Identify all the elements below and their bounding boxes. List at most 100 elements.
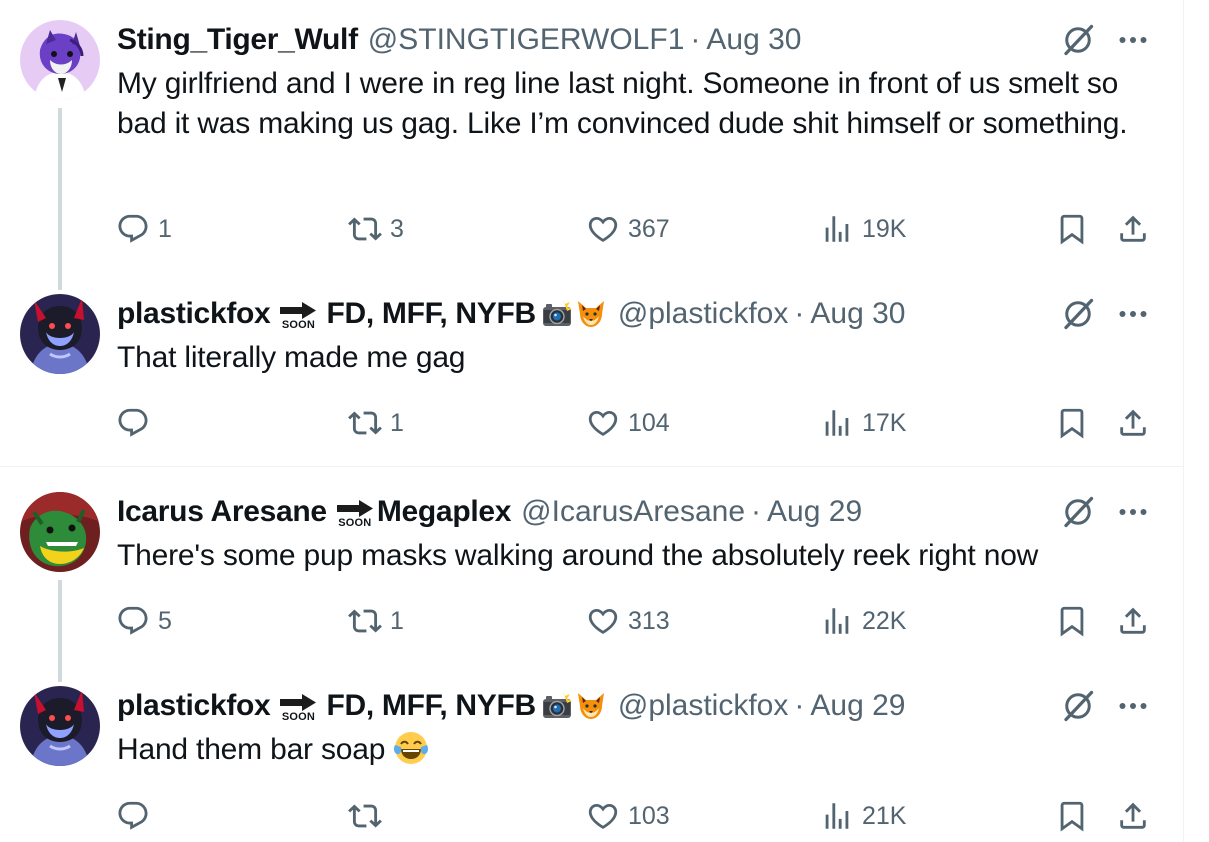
repost-button[interactable]: 1 (348, 403, 404, 443)
separator-dot: · (751, 495, 762, 528)
repost-count: 3 (390, 214, 404, 243)
grok-icon[interactable] (1060, 688, 1096, 724)
display-name[interactable]: Sting_Tiger_Wulf (117, 23, 358, 57)
tweet-date[interactable]: Aug 30 (810, 297, 905, 331)
tweet-header: plastickfox SOON FD, MFF, NYFB @plastick… (117, 294, 1143, 334)
view-count: 22K (862, 606, 907, 635)
display-name[interactable]: plastickfox (117, 689, 271, 723)
grok-icon[interactable] (1060, 494, 1096, 530)
reply-icon (116, 212, 150, 246)
repost-icon (348, 406, 382, 440)
heart-icon (586, 799, 620, 833)
soon-arrow-emoji: SOON (335, 499, 375, 529)
bookmark-button[interactable] (1055, 601, 1089, 641)
bookmark-button[interactable] (1055, 796, 1089, 836)
thread-line (58, 108, 62, 290)
tears-of-joy-emoji (393, 730, 429, 766)
repost-count: 1 (390, 408, 404, 437)
tweet-actions: 103 21K (0, 796, 1183, 836)
user-handle[interactable]: @IcarusAresane (521, 495, 745, 529)
tweet-text: My girlfriend and I were in reg line las… (117, 67, 1128, 140)
view-count: 21K (862, 801, 907, 830)
soon-arrow-emoji: SOON (278, 693, 318, 723)
tweet-header: plastickfox SOON FD, MFF, NYFB @plastick… (117, 686, 1143, 726)
like-count: 313 (628, 606, 670, 635)
views-button[interactable]: 21K (820, 796, 906, 836)
tweet-text: That literally made me gag (117, 341, 466, 374)
share-button[interactable] (1116, 403, 1150, 443)
avatar[interactable] (20, 686, 100, 766)
tweet-actions: 5 1 313 22K (0, 601, 1183, 641)
user-handle[interactable]: @plastickfox (618, 297, 789, 331)
reply-button[interactable] (116, 403, 158, 443)
more-icon[interactable] (1115, 494, 1151, 530)
heart-icon (586, 212, 620, 246)
display-name-suffix[interactable]: FD, MFF, NYFB (326, 689, 536, 723)
display-name-suffix[interactable]: Megaplex (377, 495, 512, 529)
user-handle[interactable]: @plastickfox (618, 689, 789, 723)
share-button[interactable] (1116, 209, 1150, 249)
reply-icon (116, 406, 150, 440)
display-name[interactable]: plastickfox (117, 297, 271, 331)
reply-icon (116, 799, 150, 833)
tweet-actions: 1 3 367 19K (0, 209, 1183, 249)
more-icon[interactable] (1115, 296, 1151, 332)
share-icon (1116, 406, 1150, 440)
bookmark-icon (1055, 212, 1089, 246)
column-right-border (1183, 0, 1184, 842)
more-icon[interactable] (1115, 688, 1151, 724)
soon-arrow-icon (278, 693, 318, 713)
bookmark-button[interactable] (1055, 209, 1089, 249)
like-button[interactable]: 103 (586, 796, 670, 836)
soon-label: SOON (338, 517, 372, 529)
grok-icon[interactable] (1060, 296, 1096, 332)
views-icon (820, 604, 854, 638)
reply-button[interactable]: 5 (116, 601, 172, 641)
views-button[interactable]: 22K (820, 601, 906, 641)
user-handle[interactable]: @STINGTIGERWOLF1 (368, 23, 685, 57)
share-button[interactable] (1116, 601, 1150, 641)
display-name[interactable]: Icarus Aresane (117, 495, 327, 529)
heart-icon (586, 406, 620, 440)
avatar[interactable] (20, 492, 100, 572)
tweet-date[interactable]: Aug 29 (810, 689, 905, 723)
avatar[interactable] (20, 20, 100, 100)
avatar[interactable] (20, 294, 100, 374)
reply-button[interactable]: 1 (116, 209, 172, 249)
repost-icon (348, 604, 382, 638)
like-count: 367 (628, 214, 670, 243)
separator-dot: · (794, 689, 805, 722)
share-icon (1116, 212, 1150, 246)
repost-button[interactable]: 1 (348, 601, 404, 641)
like-count: 103 (628, 801, 670, 830)
display-name-suffix[interactable]: FD, MFF, NYFB (326, 297, 536, 331)
views-button[interactable]: 17K (820, 403, 906, 443)
share-button[interactable] (1116, 796, 1150, 836)
share-icon (1116, 799, 1150, 833)
like-button[interactable]: 367 (586, 209, 670, 249)
reply-button[interactable] (116, 796, 158, 836)
tweet[interactable]: plastickfox SOON FD, MFF, NYFB @plastick… (0, 290, 1183, 466)
bookmark-button[interactable] (1055, 403, 1089, 443)
tweet-header: Sting_Tiger_Wulf @STINGTIGERWOLF1 · Aug … (117, 20, 1143, 60)
soon-arrow-emoji: SOON (278, 301, 318, 331)
tweet[interactable]: Sting_Tiger_Wulf @STINGTIGERWOLF1 · Aug … (0, 0, 1183, 290)
like-button[interactable]: 313 (586, 601, 670, 641)
tweet-date[interactable]: Aug 30 (706, 23, 801, 57)
repost-button[interactable] (348, 796, 390, 836)
like-button[interactable]: 104 (586, 403, 670, 443)
views-button[interactable]: 19K (820, 209, 906, 249)
reply-count: 1 (158, 214, 172, 243)
tweet[interactable]: Icarus Aresane SOON Megaplex @IcarusAres… (0, 467, 1183, 682)
repost-button[interactable]: 3 (348, 209, 404, 249)
grok-icon[interactable] (1060, 22, 1096, 58)
tweet[interactable]: plastickfox SOON FD, MFF, NYFB @plastick… (0, 682, 1183, 842)
tweet-date[interactable]: Aug 29 (767, 495, 862, 529)
camera-flash-emoji (540, 690, 574, 722)
more-icon[interactable] (1115, 22, 1151, 58)
separator-dot: · (690, 23, 701, 56)
soon-arrow-icon (335, 499, 375, 519)
fox-emoji (574, 298, 608, 330)
separator-dot: · (794, 297, 805, 330)
camera-flash-emoji (540, 298, 574, 330)
